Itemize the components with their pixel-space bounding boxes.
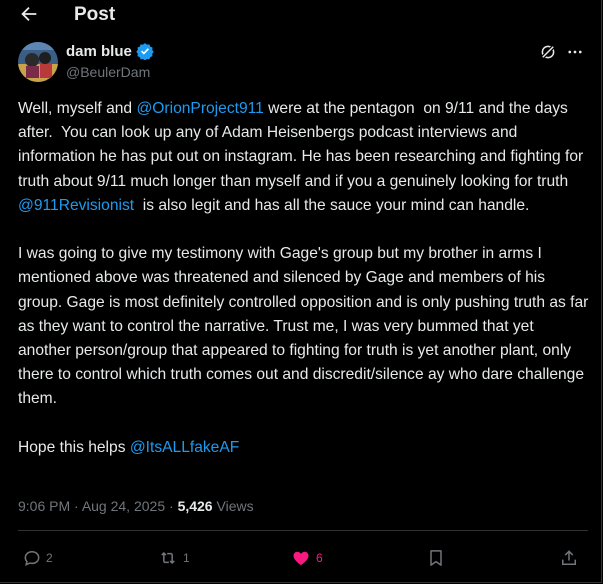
back-arrow-icon[interactable] <box>18 3 40 25</box>
like-count: 6 <box>316 551 323 565</box>
post-text-segment: Hope this helps <box>18 438 130 456</box>
reply-icon <box>24 550 40 566</box>
meta-separator: · <box>70 498 82 514</box>
divider <box>18 530 588 531</box>
top-bar: Post <box>0 0 601 30</box>
post-date[interactable]: Aug 24, 2025 <box>82 498 165 514</box>
page-title: Post <box>74 4 116 25</box>
post-time[interactable]: 9:06 PM <box>18 498 70 514</box>
author-name[interactable]: dam blue <box>66 43 132 60</box>
post-text-segment: Well, myself and <box>18 100 137 117</box>
share-icon <box>562 550 576 565</box>
post-text-segment: is also legit and has all the sauce your… <box>134 196 530 214</box>
post-paragraph: I was going to give my testimony with Ga… <box>18 245 593 408</box>
post-meta: 9:06 PM · Aug 24, 2025 · 5,426 Views <box>18 498 254 514</box>
mention-link[interactable]: @ItsALLfakeAF <box>130 439 239 456</box>
like-button[interactable]: 6 <box>290 548 323 568</box>
repost-button[interactable]: 1 <box>157 548 190 568</box>
mention-link[interactable]: @OrionProject911 <box>136 100 263 117</box>
heart-icon <box>293 551 309 566</box>
repost-count: 1 <box>183 551 190 565</box>
reply-count: 2 <box>46 551 53 565</box>
more-options-icon[interactable] <box>566 43 584 61</box>
grok-icon[interactable] <box>539 43 557 61</box>
post-text: Well, myself and @OrionProject911 were a… <box>18 97 590 460</box>
bookmark-button[interactable] <box>426 548 446 568</box>
meta-separator: · <box>165 498 178 514</box>
mention-link[interactable]: @911Revisionist <box>18 197 134 214</box>
bookmark-icon <box>430 550 442 566</box>
avatar[interactable] <box>18 42 58 82</box>
verified-badge-icon <box>136 43 154 60</box>
views-count: 5,426 <box>177 498 213 514</box>
author-handle[interactable]: @BeulerDam <box>66 64 150 80</box>
repost-icon <box>161 551 175 565</box>
share-button[interactable] <box>559 548 579 568</box>
views-label: Views <box>212 498 254 514</box>
reply-button[interactable]: 2 <box>22 548 53 568</box>
avatar-image <box>18 42 58 82</box>
